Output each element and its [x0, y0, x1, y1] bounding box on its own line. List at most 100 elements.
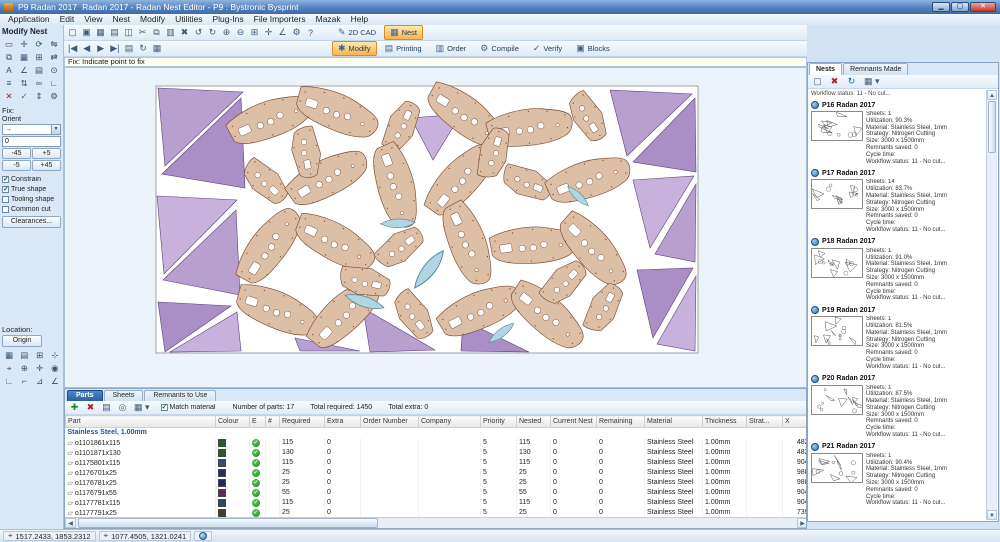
scroll-down-icon[interactable]: ▼ [987, 510, 997, 520]
delete-nest-icon[interactable]: ✖ [828, 75, 841, 88]
close-button[interactable]: ✕ [970, 2, 996, 12]
table-row[interactable]: ▱o1101861x115✓1150511500Stainless Steel1… [66, 438, 807, 448]
first-nest-icon[interactable]: |◀ [66, 42, 79, 55]
print-icon[interactable]: ▤ [108, 26, 121, 39]
last-nest-icon[interactable]: ▶| [108, 42, 121, 55]
tab-sheets[interactable]: Sheets [104, 390, 144, 401]
settings-tool-icon[interactable]: ⚙ [47, 90, 61, 102]
snap-ref-icon[interactable]: ◉ [48, 362, 62, 374]
origin-button[interactable]: Origin [2, 335, 42, 347]
column-header-part[interactable]: Part [66, 416, 216, 428]
zoom-out-icon[interactable]: ⊖ [234, 26, 247, 39]
chevron-down-icon[interactable]: ▼ [51, 125, 60, 134]
order-button[interactable]: ▥Order [430, 41, 473, 56]
column-header-colour[interactable]: Colour [216, 416, 250, 428]
menu-item-application[interactable]: Application [3, 14, 55, 25]
column-header-order-number[interactable]: Order Number [361, 416, 419, 428]
column-header-required[interactable]: Required [280, 416, 325, 428]
paste-icon[interactable]: ▥ [164, 26, 177, 39]
menu-item-plug-ins[interactable]: Plug-Ins [207, 14, 248, 25]
snap-grid-icon[interactable]: ▦ [2, 349, 16, 361]
menu-item-utilities[interactable]: Utilities [170, 14, 207, 25]
column-header--[interactable]: # [266, 416, 280, 428]
find-part-icon[interactable]: ◎ [116, 401, 129, 414]
redo-icon[interactable]: ↻ [206, 26, 219, 39]
save-icon[interactable]: ▦ [94, 26, 107, 39]
clearances-button[interactable]: Clearances... [2, 216, 61, 228]
zoom-extents-icon[interactable]: ⊞ [248, 26, 261, 39]
nest-list-item[interactable]: P20 Radan 2017Sheets: 1Utilization: 87.5… [811, 374, 984, 439]
measure-tool-icon[interactable]: ∠ [17, 64, 31, 76]
nest-list-item[interactable]: P21 Radan 2017Sheets: 1Utilization: 90.4… [811, 442, 984, 507]
remove-part-icon[interactable]: ✖ [84, 401, 97, 414]
printing-button[interactable]: ▤Printing [379, 41, 428, 56]
update-nest-icon[interactable]: ↻ [137, 42, 150, 55]
hscrollbar-thumb[interactable] [78, 518, 378, 528]
preview-icon[interactable]: ◫ [122, 26, 135, 39]
tooling-shape-checkbox[interactable] [2, 196, 9, 203]
open-icon[interactable]: ▣ [80, 26, 93, 39]
snap-node-icon[interactable]: ⊕ [17, 362, 31, 374]
delete-tool-icon[interactable]: ✕ [2, 90, 16, 102]
copy-icon[interactable]: ⧉ [150, 26, 163, 39]
settings-icon[interactable]: ⚙ [290, 26, 303, 39]
column-header-x[interactable]: X [783, 416, 807, 428]
rotate-minus-45-button[interactable]: -45 [2, 148, 31, 159]
nest-list-item[interactable]: P18 Radan 2017Sheets: 1Utilization: 91.0… [811, 237, 984, 302]
snap-center-icon[interactable]: ⌖ [2, 362, 16, 374]
corner-tl-icon[interactable]: ⌐ [17, 375, 31, 387]
lead-tool-icon[interactable]: ∟ [47, 77, 61, 89]
snap-quad-icon[interactable]: ✛ [33, 362, 47, 374]
angle-input[interactable] [2, 136, 61, 147]
column-header-thickness[interactable]: Thickness [703, 416, 747, 428]
menu-item-edit[interactable]: Edit [55, 14, 80, 25]
nest-thumbnail[interactable] [811, 453, 863, 483]
snap-cross-icon[interactable]: ⊞ [33, 349, 47, 361]
apply-tool-icon[interactable]: ✓ [17, 90, 31, 102]
delete-icon[interactable]: ✖ [178, 26, 191, 39]
copy-tool-icon[interactable]: ⧉ [2, 51, 16, 63]
menu-item-nest[interactable]: Nest [108, 14, 135, 25]
swap-tool-icon[interactable]: ⇅ [17, 77, 31, 89]
scroll-up-icon[interactable]: ▲ [987, 90, 997, 100]
table-row[interactable]: ▱o1176791x55✓55055500Stainless Steel1.00… [66, 488, 807, 498]
modify-button[interactable]: ✱Modify [332, 41, 377, 56]
snap-point-icon[interactable]: ⊹ [48, 349, 62, 361]
previous-nest-icon[interactable]: ◀ [80, 42, 93, 55]
true-shape-checkbox[interactable]: ✓ [2, 186, 9, 193]
column-header-extra[interactable]: Extra [325, 416, 361, 428]
tab-remnants-made[interactable]: Remnants Made [843, 63, 908, 75]
updown-tool-icon[interactable]: ⇕ [32, 90, 46, 102]
scroll-left-icon[interactable]: ◀ [65, 518, 76, 528]
maximize-button[interactable]: ▢ [951, 2, 969, 12]
sheet-list-icon[interactable]: ▤ [123, 42, 136, 55]
nest-list-item[interactable]: P17 Radan 2017Sheets: 14Utilization: 83.… [811, 168, 984, 233]
nest-thumbnail[interactable] [811, 316, 863, 346]
compile-button[interactable]: ⚙Compile [474, 41, 525, 56]
measure-icon[interactable]: ∠ [276, 26, 289, 39]
nest-thumbnail[interactable] [811, 248, 863, 278]
corner-bl-icon[interactable]: ∟ [2, 375, 16, 387]
move-tool-icon[interactable]: ✛ [17, 38, 31, 50]
array-tool-icon[interactable]: ▦ [17, 51, 31, 63]
verify-button[interactable]: ✓Verify [527, 41, 568, 56]
constrain-checkbox[interactable]: ✓ [2, 176, 9, 183]
2d-cad-button[interactable]: ✎2D CAD [332, 25, 382, 40]
material-group-row[interactable]: Stainless Steel, 1.00mm [66, 428, 807, 438]
column-header-e[interactable]: E [250, 416, 266, 428]
nest-thumbnail[interactable] [811, 179, 863, 209]
rotate-minus-5-button[interactable]: -5 [2, 160, 31, 171]
corner-br-icon[interactable]: ∠ [48, 375, 62, 387]
new-icon[interactable]: ▢ [66, 26, 79, 39]
menu-item-modify[interactable]: Modify [135, 14, 170, 25]
menu-item-help[interactable]: Help [346, 14, 373, 25]
link-tool-icon[interactable]: ∞ [32, 77, 46, 89]
column-header-strat-[interactable]: Strat... [747, 416, 783, 428]
nest-thumbnail[interactable] [811, 385, 863, 415]
tab-parts[interactable]: Parts [67, 390, 103, 401]
nest-canvas[interactable] [64, 67, 807, 388]
table-row[interactable]: ▱o1176781x25✓25052500Stainless Steel1.00… [66, 478, 807, 488]
corner-tr-icon[interactable]: ⊿ [33, 375, 47, 387]
nest-button[interactable]: ▦Nest [384, 25, 423, 40]
text-tool-icon[interactable]: A [2, 64, 16, 76]
